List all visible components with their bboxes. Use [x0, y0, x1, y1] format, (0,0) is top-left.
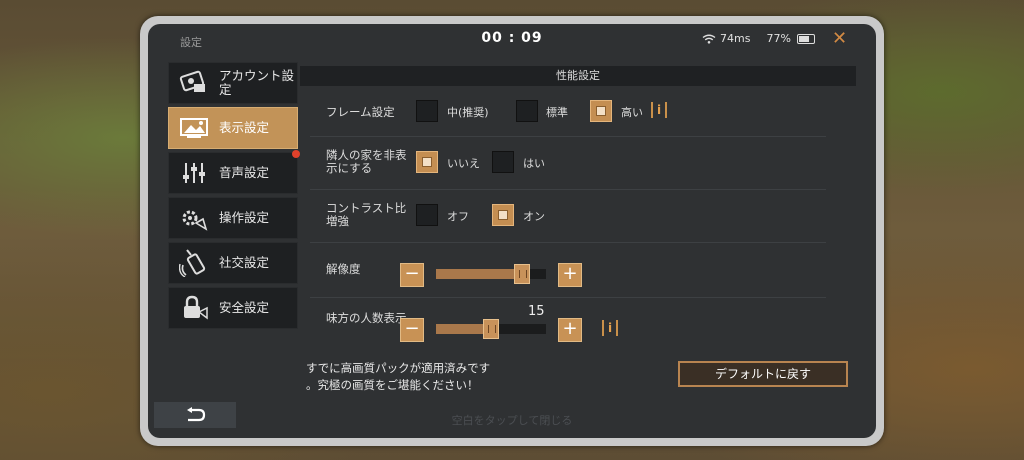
display-icon: [177, 113, 211, 143]
resolution-label: 解像度: [326, 262, 361, 276]
tab-audio-label: 音声設定: [219, 165, 270, 180]
status-area: 74ms 77%: [702, 32, 815, 45]
lock-icon: [177, 293, 211, 323]
wifi-icon: [702, 34, 716, 44]
resolution-slider[interactable]: [436, 264, 546, 284]
account-icon: [177, 68, 211, 98]
contrast-off-checkbox[interactable]: [416, 204, 438, 226]
tab-social-label: 社交設定: [219, 255, 270, 270]
resolution-row: 解像度 − +: [310, 243, 826, 298]
tab-social[interactable]: 社交設定: [168, 242, 298, 284]
resolution-slider-fill: [436, 269, 522, 279]
hide-neighbor-yes-label: はい: [523, 157, 545, 170]
ping-value: 74ms: [720, 32, 751, 45]
notice-line-1: すでに高画質パックが適用済みです: [306, 361, 491, 375]
resolution-minus-button[interactable]: −: [400, 263, 424, 287]
contrast-off-label: オフ: [447, 210, 469, 223]
tap-to-close-hint[interactable]: 空白をタップして閉じる: [148, 412, 876, 428]
team-count-label: 味方の人数表示: [326, 311, 407, 325]
team-count-info-icon[interactable]: i: [602, 320, 618, 336]
tab-security-label: 安全設定: [219, 300, 270, 315]
hide-neighbor-row: 隣人の家を非表示にする いいえ はい: [310, 137, 826, 190]
team-count-plus-button[interactable]: +: [558, 318, 582, 342]
contrast-on-label: オン: [523, 210, 545, 223]
team-count-slider-thumb[interactable]: [483, 319, 499, 339]
controls-gear-icon: [177, 203, 211, 233]
top-bar: 設定 00 : 09 74ms 77% ✕: [148, 24, 876, 58]
team-count-row: 味方の人数表示 15 − + i: [310, 298, 826, 350]
tab-controls[interactable]: 操作設定: [168, 197, 298, 239]
settings-panel: 設定 00 : 09 74ms 77% ✕ アカウント設定 表示設定 音声設定 …: [148, 24, 876, 438]
team-count-slider[interactable]: [436, 319, 546, 339]
close-icon[interactable]: ✕: [832, 28, 847, 49]
tab-account-label: アカウント設定: [219, 68, 295, 97]
settings-sidebar: アカウント設定 表示設定 音声設定 操作設定 社交設定 安全設定: [168, 62, 300, 332]
tab-display[interactable]: 表示設定: [168, 107, 298, 149]
frame-info-icon[interactable]: i: [651, 102, 667, 118]
battery-icon: [796, 33, 815, 44]
contrast-row: コントラスト比増強 オフ オン: [310, 190, 826, 243]
tab-security[interactable]: 安全設定: [168, 287, 298, 329]
frame-high-checkbox[interactable]: [590, 100, 612, 122]
frame-medium-checkbox[interactable]: [416, 100, 438, 122]
walkie-talkie-icon: [177, 248, 211, 278]
frame-setting-label: フレーム設定: [326, 105, 395, 119]
tab-display-label: 表示設定: [219, 120, 270, 135]
hide-neighbor-no-checkbox[interactable]: [416, 151, 438, 173]
settings-content: 性能設定 フレーム設定 中(推奨) 標準 高い i 隣人の家を非表示にする いい…: [300, 66, 856, 348]
frame-standard-label: 標準: [546, 106, 568, 119]
contrast-on-checkbox[interactable]: [492, 204, 514, 226]
team-count-minus-button[interactable]: −: [400, 318, 424, 342]
tab-audio[interactable]: 音声設定: [168, 150, 300, 194]
notice-line-2: 。究極の画質をご堪能ください！: [306, 378, 479, 392]
resolution-plus-button[interactable]: +: [558, 263, 582, 287]
tab-controls-label: 操作設定: [219, 210, 270, 225]
team-count-value: 15: [528, 304, 545, 319]
frame-medium-label: 中(推奨): [447, 106, 489, 119]
notification-dot: [292, 150, 300, 158]
contrast-label: コントラスト比増強: [326, 201, 407, 228]
tab-account[interactable]: アカウント設定: [168, 62, 298, 104]
battery-percent: 77%: [766, 32, 791, 45]
resolution-slider-thumb[interactable]: [513, 264, 530, 284]
section-title: 性能設定: [300, 66, 856, 86]
reset-default-button[interactable]: デフォルトに戻す: [678, 361, 848, 387]
hd-pack-notice: すでに高画質パックが適用済みです 。究極の画質をご堪能ください！: [306, 360, 490, 394]
frame-high-label: 高い: [621, 106, 643, 119]
frame-standard-checkbox[interactable]: [516, 100, 538, 122]
hide-neighbor-yes-checkbox[interactable]: [492, 151, 514, 173]
frame-setting-row: フレーム設定 中(推奨) 標準 高い i: [310, 86, 826, 137]
hide-neighbor-label: 隣人の家を非表示にする: [326, 148, 407, 175]
audio-sliders-icon: [177, 158, 211, 188]
hide-neighbor-no-label: いいえ: [447, 157, 480, 170]
